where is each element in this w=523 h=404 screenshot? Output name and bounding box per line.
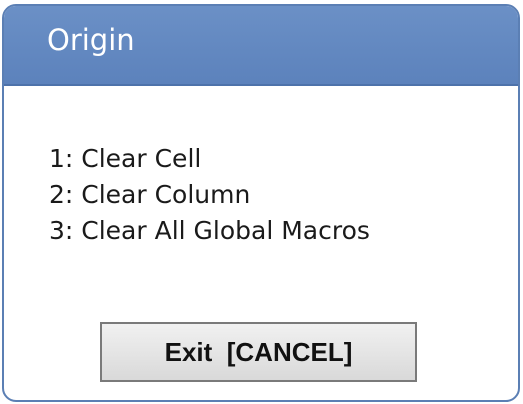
exit-cancel-button[interactable]: Exit [CANCEL]: [100, 322, 417, 382]
option-clear-cell[interactable]: 1: Clear Cell: [49, 141, 370, 177]
dialog-title: Origin: [47, 23, 135, 57]
option-clear-column[interactable]: 2: Clear Column: [49, 177, 370, 213]
option-clear-all-global-macros[interactable]: 3: Clear All Global Macros: [49, 213, 370, 249]
dialog-title-bar: Origin: [4, 6, 518, 86]
origin-dialog: Origin 1: Clear Cell 2: Clear Column 3: …: [2, 4, 520, 402]
option-list: 1: Clear Cell 2: Clear Column 3: Clear A…: [49, 141, 370, 249]
